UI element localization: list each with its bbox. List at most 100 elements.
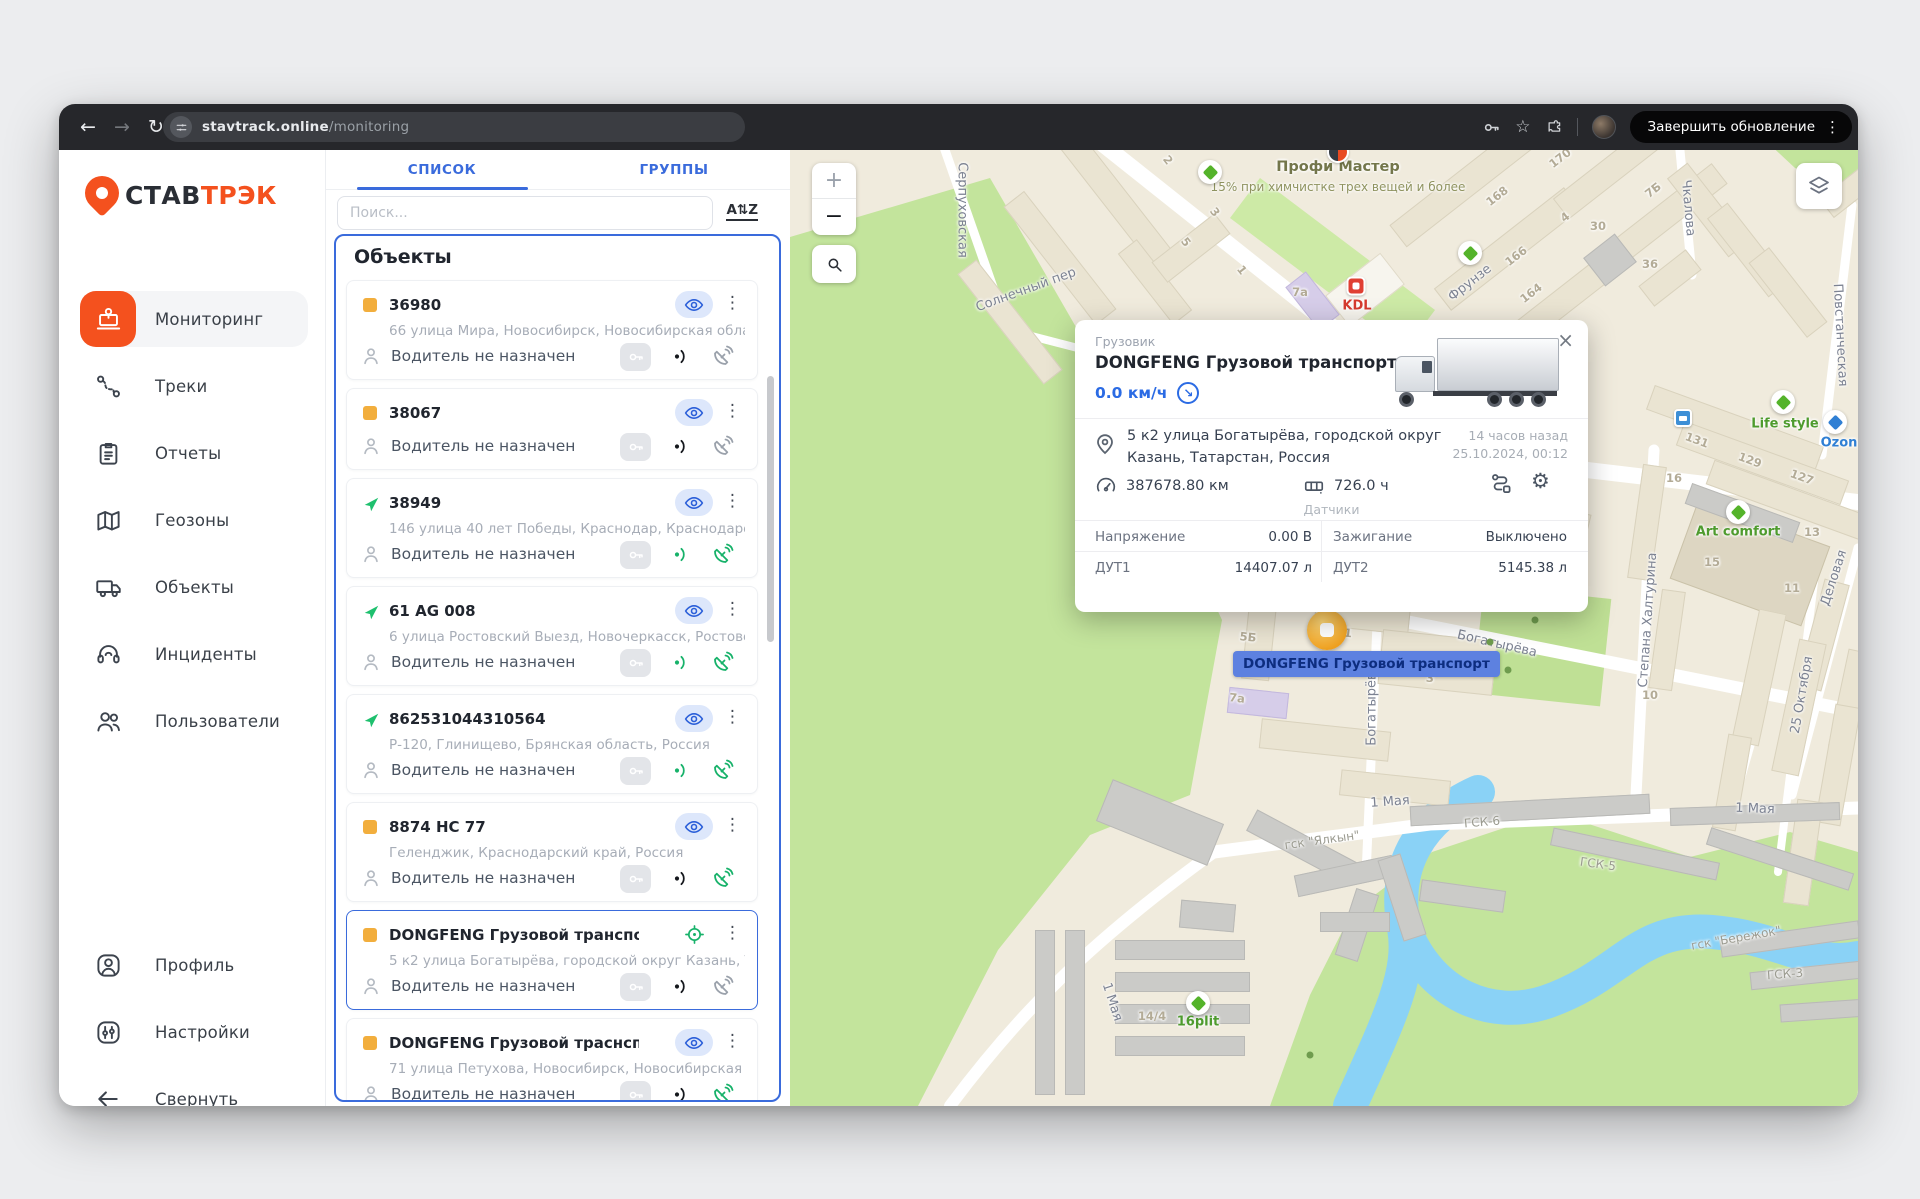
ignition-key-icon[interactable] <box>620 1081 651 1102</box>
sidebar-item-profile[interactable]: Профиль <box>80 937 308 993</box>
visibility-eye-button[interactable] <box>675 291 713 318</box>
password-key-icon[interactable] <box>1482 118 1501 137</box>
browser-menu-icon[interactable]: ⋮ <box>1825 118 1840 136</box>
sensor-value: 5145.38 л <box>1467 560 1567 576</box>
card-menu-icon[interactable]: ⋮ <box>724 923 741 943</box>
connection-icon <box>670 1084 691 1102</box>
zoom-in-button[interactable]: + <box>812 163 856 199</box>
visibility-eye-button[interactable] <box>675 705 713 732</box>
ignition-key-icon[interactable] <box>620 757 651 785</box>
map-house-number: 10 <box>1642 688 1658 702</box>
object-card[interactable]: 8874 НС 77⋮Геленджик, Краснодарский край… <box>346 802 758 902</box>
map-building <box>1035 930 1055 1095</box>
sidebar-item-label: Геозоны <box>155 511 229 530</box>
object-card[interactable]: DONGFENG Грузовой траснспорт⋮71 улица Пе… <box>346 1018 758 1102</box>
focus-target-button[interactable] <box>675 921 713 948</box>
ignition-key-icon[interactable] <box>620 649 651 677</box>
bookmark-star-icon[interactable]: ☆ <box>1515 117 1530 137</box>
finish-update-button[interactable]: Завершить обновление ⋮ <box>1630 111 1852 143</box>
profile-avatar[interactable] <box>1592 115 1616 139</box>
sort-az-button[interactable]: A⇅Z <box>726 202 758 221</box>
ignition-key-icon[interactable] <box>620 865 651 893</box>
map-search-button[interactable] <box>812 245 856 283</box>
satellite-icon <box>711 758 735 786</box>
visibility-eye-button[interactable] <box>675 813 713 840</box>
zoom-out-button[interactable]: − <box>812 199 856 235</box>
ignition-key-icon[interactable] <box>620 973 651 1001</box>
map-building <box>1115 1036 1245 1056</box>
object-card[interactable]: 61 AG 008⋮6 улица Ростовский Выезд, Ново… <box>346 586 758 686</box>
object-address: 71 улица Петухова, Новосибирск, Новосиби… <box>389 1061 745 1077</box>
card-menu-icon[interactable]: ⋮ <box>724 707 741 727</box>
popup-time-ago: 14 часов назад <box>1468 428 1568 443</box>
visibility-eye-button[interactable] <box>675 399 713 426</box>
ignition-key-icon[interactable] <box>620 343 651 371</box>
driver-person-icon <box>360 651 382 677</box>
address-bar[interactable]: stavtrack.online/monitoring <box>163 112 745 142</box>
card-menu-icon[interactable]: ⋮ <box>724 293 741 313</box>
map-building <box>1320 912 1390 932</box>
shop-poi-icon[interactable] <box>1458 241 1482 265</box>
object-card[interactable]: 36980⋮66 улица Мира, Новосибирск, Новоси… <box>346 280 758 380</box>
map-label: Life style <box>1751 417 1818 432</box>
tab-groups[interactable]: ГРУППЫ <box>558 150 790 189</box>
visibility-eye-button[interactable] <box>675 597 713 624</box>
object-card[interactable]: 38067⋮Водитель не назначен <box>346 388 758 470</box>
extensions-icon[interactable] <box>1545 118 1563 136</box>
sidebar-item-incident[interactable]: Инциденты <box>80 626 308 682</box>
visibility-eye-button[interactable] <box>675 489 713 516</box>
direction-icon[interactable]: ↘ <box>1177 382 1199 404</box>
sidebar: СТАВТРЭК Мониторинг Треки Отчеты Геозоны Объ… <box>59 150 325 1106</box>
sidebar-item-users[interactable]: Пользователи <box>80 693 308 749</box>
map-layers-button[interactable] <box>1796 163 1842 209</box>
satellite-icon <box>711 974 735 1002</box>
shop-poi-icon[interactable] <box>1198 160 1222 184</box>
object-card[interactable]: 862531044310564⋮Р-120, Глинищево, Брянск… <box>346 694 758 794</box>
poi-green-icon[interactable] <box>1771 390 1795 414</box>
popup-route-icon[interactable] <box>1489 472 1512 499</box>
card-menu-icon[interactable]: ⋮ <box>724 1031 741 1051</box>
poi-green-icon[interactable] <box>1186 991 1210 1015</box>
browser-back-button[interactable]: ← <box>71 116 105 138</box>
geo-icon <box>80 492 136 548</box>
card-menu-icon[interactable]: ⋮ <box>724 599 741 619</box>
status-square-icon <box>363 928 377 942</box>
address-pin-icon <box>1093 432 1117 460</box>
advert-logo-icon[interactable] <box>1327 150 1349 163</box>
site-settings-icon[interactable] <box>170 116 192 138</box>
tab-list[interactable]: СПИСОК <box>326 150 558 189</box>
object-card[interactable]: 38949⋮146 улица 40 лет Победы, Краснодар… <box>346 478 758 578</box>
driver-person-icon <box>360 345 382 371</box>
sensor-label: Зажигание <box>1333 529 1412 545</box>
map-label: KDL <box>1342 299 1371 314</box>
card-menu-icon[interactable]: ⋮ <box>724 491 741 511</box>
sidebar-item-monitor[interactable]: Мониторинг <box>80 291 308 347</box>
sidebar-item-truck[interactable]: Объекты <box>80 559 308 615</box>
map-canvas[interactable]: СерпуховскаяСолнечный перПрофи Мастер15%… <box>790 150 1858 1106</box>
logo[interactable]: СТАВТРЭК <box>85 176 277 210</box>
ignition-key-icon[interactable] <box>620 433 651 461</box>
ignition-key-icon[interactable] <box>620 541 651 569</box>
visibility-eye-button[interactable] <box>675 1029 713 1056</box>
kdl-poi-icon[interactable] <box>1347 277 1366 296</box>
sidebar-item-collapse[interactable]: Свернуть <box>80 1071 308 1106</box>
search-input[interactable] <box>337 196 713 230</box>
poi-green-icon[interactable] <box>1726 500 1750 524</box>
bus-stop-icon[interactable] <box>1674 409 1692 427</box>
popup-settings-icon[interactable]: ⚙ <box>1531 469 1550 493</box>
card-menu-icon[interactable]: ⋮ <box>724 815 741 835</box>
vehicle-map-label[interactable]: DONGFENG Грузовой транспорт <box>1233 651 1500 677</box>
sidebar-item-geo[interactable]: Геозоны <box>80 492 308 548</box>
map-street-label: 1 Мая <box>1735 801 1775 817</box>
sidebar-item-settings[interactable]: Настройки <box>80 1004 308 1060</box>
sidebar-item-route[interactable]: Треки <box>80 358 308 414</box>
satellite-icon <box>711 434 735 462</box>
browser-forward-button[interactable]: → <box>105 116 139 138</box>
card-menu-icon[interactable]: ⋮ <box>724 401 741 421</box>
object-card[interactable]: DONGFENG Грузовой транспорт⋮5 к2 улица Б… <box>346 910 758 1010</box>
list-scrollbar[interactable] <box>767 376 774 642</box>
popup-timestamp: 25.10.2024, 00:12 <box>1452 446 1568 461</box>
ozon-poi-icon[interactable] <box>1823 410 1847 434</box>
sidebar-item-report[interactable]: Отчеты <box>80 425 308 481</box>
map-house-number: 5Б <box>1239 629 1257 645</box>
